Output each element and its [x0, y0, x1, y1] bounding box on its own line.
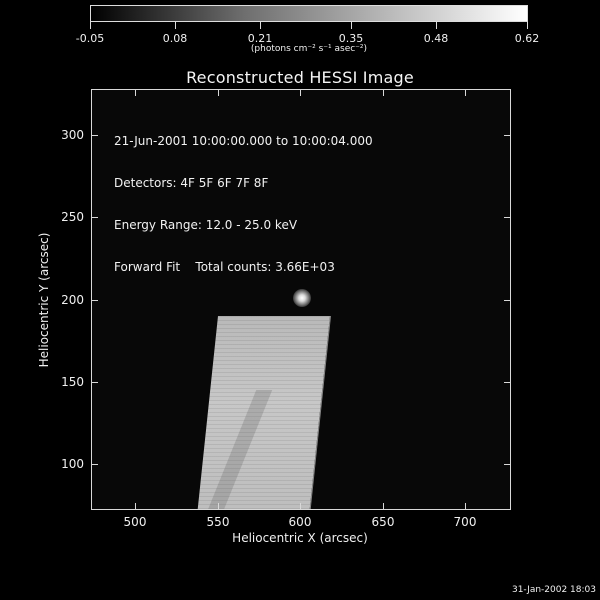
- x-axis-tick-top: [135, 90, 136, 96]
- info-energy-range: Energy Range: 12.0 - 25.0 keV: [114, 218, 298, 232]
- x-axis-tick-label: 500: [123, 515, 147, 529]
- image-plot: 21-Jun-2001 10:00:00.000 to 10:00:04.000…: [91, 89, 511, 510]
- colorbar-tick-label: 0.08: [162, 32, 188, 45]
- y-axis-tick: [92, 300, 98, 301]
- x-axis-title: Heliocentric X (arcsec): [232, 531, 368, 545]
- x-axis-tick-label: 650: [371, 515, 395, 529]
- info-detectors: Detectors: 4F 5F 6F 7F 8F: [114, 176, 269, 190]
- colorbar-tick-label: -0.05: [75, 32, 105, 45]
- x-axis-tick-top: [465, 90, 466, 96]
- x-axis-tick-label: 700: [453, 515, 477, 529]
- colorbar-tick-label: 0.62: [514, 32, 540, 45]
- y-axis-tick: [92, 217, 98, 218]
- x-axis-tick-label: 600: [288, 515, 312, 529]
- info-text: 21-Jun-2001 10:00:00.000 to 10:00:04.000…: [114, 106, 373, 302]
- y-axis-tick-right: [504, 464, 510, 465]
- info-method: Forward Fit Total counts: 3.66E+03: [114, 260, 335, 274]
- x-axis-tick-top: [218, 90, 219, 96]
- x-axis-tick: [300, 503, 301, 509]
- colorbar-tick-label: 0.21: [247, 32, 273, 45]
- y-axis-tick: [92, 135, 98, 136]
- y-axis-tick: [92, 464, 98, 465]
- y-axis-tick-label: 250: [61, 210, 84, 224]
- info-time-range: 21-Jun-2001 10:00:00.000 to 10:00:04.000: [114, 134, 373, 148]
- colorbar-tick-label: 0.48: [423, 32, 449, 45]
- y-axis-tick: [92, 382, 98, 383]
- y-axis-title: Heliocentric Y (arcsec): [37, 232, 51, 368]
- hessi-image-window: (photons cm⁻² s⁻¹ asec⁻²) -0.05 0.08 0.21 0…: [0, 0, 600, 600]
- timestamp: 31-Jan-2002 18:03: [511, 585, 596, 595]
- x-axis-tick: [383, 503, 384, 509]
- x-axis-tick: [135, 503, 136, 509]
- x-axis-tick-label: 550: [206, 515, 230, 529]
- y-axis-tick-right: [504, 217, 510, 218]
- colorbar-tick-labels: (photons cm⁻² s⁻¹ asec⁻²) -0.05 0.08 0.21 0…: [76, 0, 539, 60]
- image-data-patch: [195, 316, 331, 509]
- y-axis-tick-label: 100: [61, 457, 84, 471]
- y-axis-tick-right: [504, 135, 510, 136]
- y-axis-tick-right: [504, 300, 510, 301]
- image-title: Reconstructed HESSI Image: [186, 68, 414, 87]
- colorbar-tick-label: 0.35: [338, 32, 364, 45]
- x-axis-tick: [218, 503, 219, 509]
- x-axis-tick-top: [300, 90, 301, 96]
- colorbar-unit-label: (photons cm⁻² s⁻¹ asec⁻²): [250, 44, 368, 54]
- x-axis-tick-top: [383, 90, 384, 96]
- x-axis-tick: [465, 503, 466, 509]
- y-axis-tick-right: [504, 382, 510, 383]
- y-axis-tick-label: 300: [61, 128, 84, 142]
- y-axis-tick-label: 150: [61, 375, 84, 389]
